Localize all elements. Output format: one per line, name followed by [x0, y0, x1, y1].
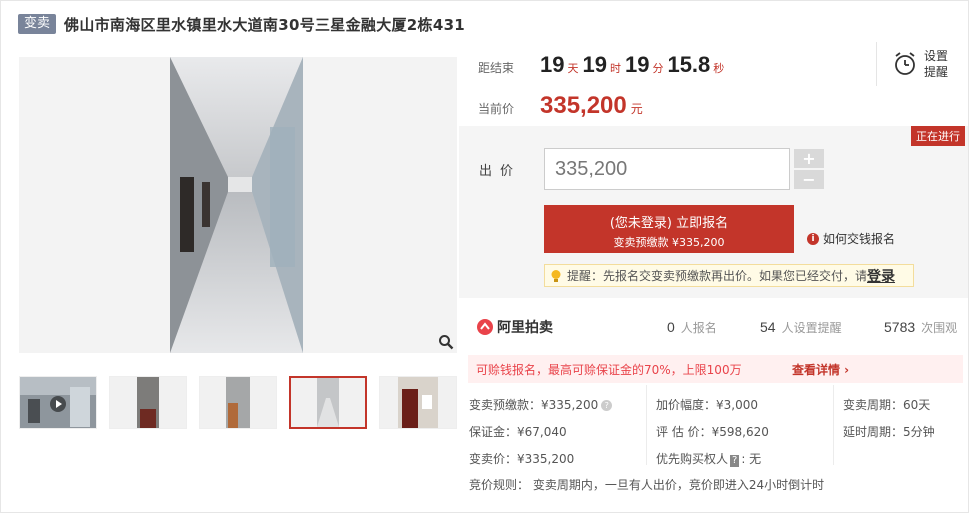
decrease-bid-button[interactable]: − [794, 170, 824, 189]
priority-buyer-value: : 无 [741, 452, 762, 466]
set-reminder-button[interactable]: 设置提醒 [892, 48, 950, 80]
page-title: 佛山市南海区里水镇里水大道南30号三星金融大厦2栋431 [64, 15, 466, 34]
thumbnail-2[interactable] [109, 376, 187, 429]
set-reminder-label: 设置提醒 [924, 49, 949, 79]
login-link[interactable]: 登录 [867, 266, 895, 286]
sale-price-info: 变卖价：¥335,200 [469, 452, 575, 466]
signup-button-label: (您未登录) 立即报名 [609, 216, 729, 231]
reminder-tip: 提醒：先报名交变卖预缴款再出价。如果您已经交付，请 登录 [544, 264, 914, 287]
appraisal-info: 评 估 价：¥598,620 [656, 425, 769, 439]
priority-help-badge[interactable]: ? [730, 455, 740, 467]
view-details-link[interactable]: 查看详情 › [792, 361, 849, 378]
thumbnail-image [200, 377, 276, 428]
how-to-pay-label: 如何交钱报名 [823, 232, 896, 246]
signup-count-value: 0 [667, 319, 675, 335]
countdown-hours-unit: 时 [609, 62, 621, 75]
thumbnail-5[interactable] [379, 376, 457, 429]
current-price-unit: 元 [630, 102, 643, 116]
countdown-seconds: 15.8 [667, 52, 711, 77]
signup-button-deposit: 变卖预缴款 ¥335,200 [613, 236, 725, 249]
deposit-info: 保证金：¥67,040 [469, 425, 567, 439]
divider [876, 42, 877, 86]
lightbulb-icon [551, 269, 561, 282]
current-price: 当前价 335,200 元 [478, 92, 643, 120]
countdown-minutes: 19 [624, 52, 650, 77]
current-price-label: 当前价 [478, 102, 515, 116]
ali-auction-logo: 阿里拍卖 [477, 317, 553, 337]
signup-count-unit: 人报名 [680, 321, 717, 335]
how-to-pay-link[interactable]: i 如何交钱报名 [807, 230, 895, 247]
divider [646, 385, 647, 465]
extension-info: 延时周期：5分钟 [843, 425, 935, 439]
countdown-hours: 19 [582, 52, 607, 77]
play-icon [50, 396, 66, 412]
main-photo[interactable] [19, 57, 457, 353]
ali-auction-icon [477, 319, 493, 335]
priority-buyer-label: 优先购买权人 [656, 452, 729, 466]
reminder-count: 54 人设置提醒 [760, 319, 842, 336]
view-count-unit: 次围观 [921, 321, 958, 335]
thumbnail-video[interactable] [19, 376, 97, 429]
thumbnail-strip [19, 376, 469, 429]
status-badge: 正在进行 [911, 126, 965, 146]
signup-count: 0 人报名 [667, 319, 717, 336]
view-count-value: 5783 [884, 319, 916, 335]
countdown-minutes-unit: 分 [652, 62, 664, 75]
countdown-days-unit: 天 [567, 62, 579, 75]
corridor-photo [170, 57, 303, 353]
bidding-rules: 竞价规则： 变卖周期内，一旦有人出价，竞价即进入24小时倒计时 [469, 478, 825, 492]
reminder-count-unit: 人设置提醒 [781, 321, 842, 335]
thumbnail-image [110, 377, 186, 428]
countdown-days: 19 [540, 52, 565, 77]
thumbnail-image [380, 377, 456, 428]
alarm-clock-icon [895, 52, 915, 75]
divider [833, 385, 834, 465]
countdown: 距结束 19 天 19 时 19 分 15.8 秒 [478, 52, 728, 78]
prepay-value: 变卖预缴款：¥335,200 [469, 398, 599, 412]
ali-auction-brand: 阿里拍卖 [497, 320, 553, 336]
deposit-loan-banner: 可赊钱报名，最高可赊保证金的70%，上限100万 查看详情 › [468, 355, 963, 383]
deposit-loan-text: 可赊钱报名，最高可赊保证金的70%，上限100万 [476, 363, 742, 377]
thumbnail-image [291, 378, 365, 427]
bid-panel: 正在进行 出价 335,200 + − (您未登录) 立即报名 变卖预缴款 ¥3… [459, 126, 968, 298]
view-count: 5783 次围观 [884, 319, 957, 336]
signup-button[interactable]: (您未登录) 立即报名 变卖预缴款 ¥335,200 [544, 205, 794, 253]
bid-amount-input[interactable]: 335,200 [544, 148, 790, 190]
bid-label: 出价 [479, 164, 522, 179]
increase-bid-button[interactable]: + [794, 149, 824, 168]
sale-type-tag: 变卖 [18, 14, 57, 34]
info-icon: i [807, 232, 819, 245]
priority-buyer-info: 优先购买权人?: 无 [656, 450, 761, 467]
thumbnail-3[interactable] [199, 376, 277, 429]
countdown-label: 距结束 [478, 61, 515, 75]
tip-text: 提醒：先报名交变卖预缴款再出价。如果您已经交付，请 [567, 269, 868, 283]
title-row: 变卖 佛山市南海区里水镇里水大道南30号三星金融大厦2栋431 [18, 13, 465, 35]
zoom-icon[interactable] [435, 331, 457, 353]
stats-row: 阿里拍卖 0 人报名 54 人设置提醒 5783 次围观 [459, 313, 968, 339]
current-price-value: 335,200 [540, 92, 627, 119]
period-info: 变卖周期：60天 [843, 398, 931, 412]
increment-info: 加价幅度：¥3,000 [656, 398, 758, 412]
help-icon[interactable]: ? [601, 400, 613, 411]
prepay-info: 变卖预缴款：¥335,200? [469, 396, 613, 413]
countdown-seconds-unit: 秒 [713, 62, 725, 75]
reminder-count-value: 54 [760, 319, 776, 335]
thumbnail-4-selected[interactable] [289, 376, 367, 429]
